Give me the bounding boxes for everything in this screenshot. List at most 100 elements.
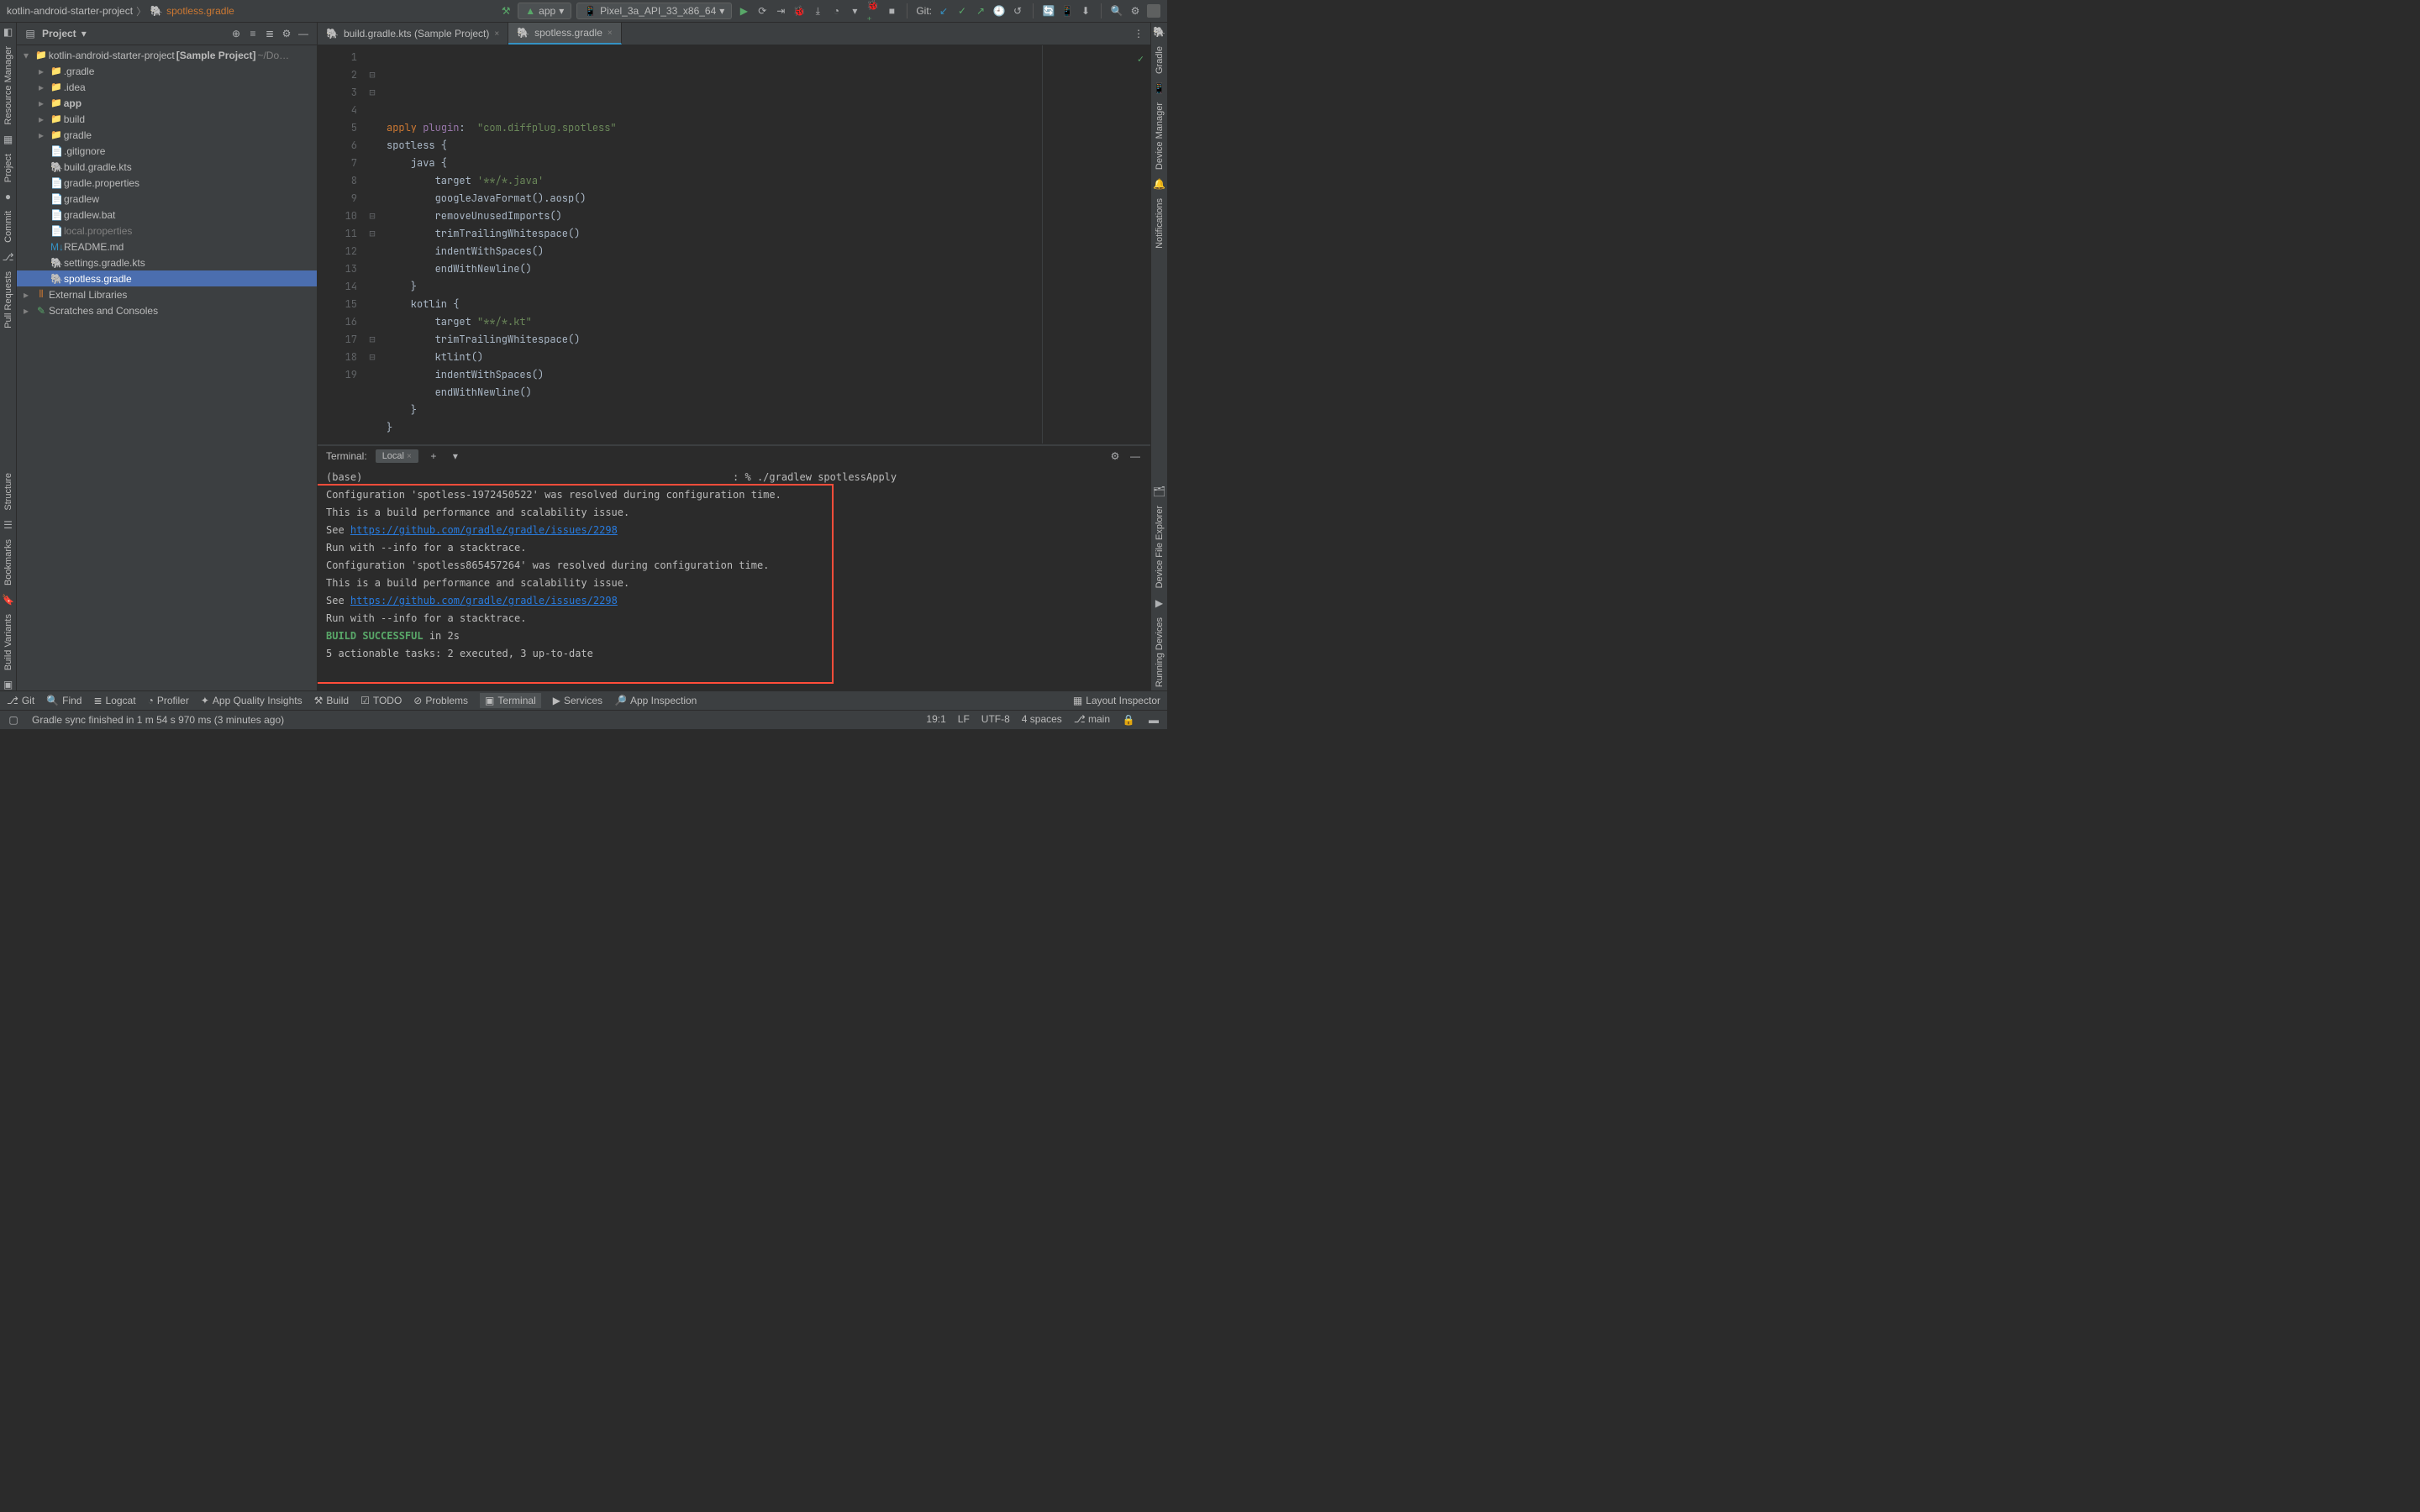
bottom-tab-logcat[interactable]: ≣Logcat xyxy=(93,693,135,708)
bottom-tab-build[interactable]: ⚒Build xyxy=(314,693,349,708)
side-label-running[interactable]: Running Devices xyxy=(1155,614,1165,690)
avatar[interactable] xyxy=(1147,4,1160,18)
breadcrumb-file[interactable]: spotless.gradle xyxy=(166,5,234,17)
side-label-gradle[interactable]: Gradle xyxy=(1155,43,1165,77)
git-commit-icon[interactable]: ✓ xyxy=(955,4,969,18)
bottom-tab-app-quality-insights[interactable]: ✦App Quality Insights xyxy=(201,693,302,708)
gear-icon[interactable]: ⚙ xyxy=(1128,4,1142,18)
terminal-body[interactable]: (base) : % ./gradlew spotlessApplyConfig… xyxy=(318,465,1150,690)
debug-step-icon[interactable]: ⇥ xyxy=(774,4,787,18)
git-update-icon[interactable]: ↙ xyxy=(937,4,950,18)
running-devices-icon[interactable]: ▶ xyxy=(1154,597,1165,609)
code-area[interactable]: ✓ apply plugin: "com.diffplug.spotless"s… xyxy=(378,45,1150,444)
tree-row[interactable]: ▸📁 app xyxy=(17,95,317,111)
bottom-tab-problems[interactable]: ⊘Problems xyxy=(413,693,468,708)
tree-row[interactable]: ▸📁 build xyxy=(17,111,317,127)
add-terminal-icon[interactable]: + xyxy=(427,449,440,463)
sync-icon[interactable]: 🔄 xyxy=(1042,4,1055,18)
bottom-tab-app-inspection[interactable]: 🔎App Inspection xyxy=(614,693,697,708)
tree-row[interactable]: ▸⫴ External Libraries xyxy=(17,286,317,302)
editor[interactable]: 12345678910111213141516171819 ⊟⊟ ⊟⊟ ⊟⊟ ✓… xyxy=(318,45,1150,444)
bottom-tab-services[interactable]: ▶Services xyxy=(553,693,602,708)
gradle-elephant-icon[interactable]: 🐘 xyxy=(1154,26,1165,38)
side-label-project[interactable]: Project xyxy=(3,150,13,186)
avd-icon[interactable]: 📱 xyxy=(1060,4,1074,18)
git-branch[interactable]: ⎇ main xyxy=(1074,713,1110,727)
project-title[interactable]: Project xyxy=(42,28,76,39)
hammer-icon[interactable]: ⚒ xyxy=(499,4,513,18)
tree-row[interactable]: ▸✎ Scratches and Consoles xyxy=(17,302,317,318)
device-manager-icon[interactable]: 📱 xyxy=(1154,82,1165,94)
tree-row[interactable]: 🐘 build.gradle.kts xyxy=(17,159,317,175)
memory-indicator-icon[interactable]: ▬ xyxy=(1147,713,1160,727)
terminal-tab[interactable]: Local × xyxy=(376,449,418,463)
fold-gutter[interactable]: ⊟⊟ ⊟⊟ ⊟⊟ xyxy=(366,45,378,444)
gear-icon[interactable]: ⚙ xyxy=(1108,449,1122,463)
build-variants-icon[interactable]: ▣ xyxy=(3,679,14,690)
pull-requests-icon[interactable]: ⎇ xyxy=(3,251,14,263)
coverage-icon[interactable]: ⟳ xyxy=(755,4,769,18)
bottom-tab-find[interactable]: 🔍Find xyxy=(46,693,82,708)
layout-inspector-tab[interactable]: ▦ Layout Inspector xyxy=(1073,695,1160,706)
side-label-device-mgr[interactable]: Device Manager xyxy=(1155,99,1165,173)
search-icon[interactable]: 🔍 xyxy=(1110,4,1123,18)
expand-icon[interactable]: ≡ xyxy=(246,27,260,40)
gear-icon[interactable]: ⚙ xyxy=(280,27,293,40)
tree-row[interactable]: M↓ README.md xyxy=(17,239,317,255)
select-opened-icon[interactable]: ⊕ xyxy=(229,27,243,40)
bell-icon[interactable]: 🔔 xyxy=(1154,178,1165,190)
git-history-icon[interactable]: 🕘 xyxy=(992,4,1006,18)
side-label-dfe[interactable]: Device File Explorer xyxy=(1155,502,1165,591)
chevron-down-icon[interactable]: ▾ xyxy=(449,449,462,463)
tree-row[interactable]: 📄 .gitignore xyxy=(17,143,317,159)
line-sep[interactable]: LF xyxy=(958,713,970,727)
side-label-pull[interactable]: Pull Requests xyxy=(3,268,13,332)
side-label-structure[interactable]: Structure xyxy=(3,470,13,514)
bottom-tab-profiler[interactable]: ◔Profiler xyxy=(148,693,189,708)
editor-tab[interactable]: 🐘spotless.gradle× xyxy=(508,23,622,45)
caret-position[interactable]: 19:1 xyxy=(926,713,945,727)
device-file-explorer-icon[interactable]: 🗂 xyxy=(1154,486,1165,497)
close-icon[interactable]: × xyxy=(494,29,499,39)
tree-row[interactable]: 📄 gradlew.bat xyxy=(17,207,317,223)
editor-tab[interactable]: 🐘build.gradle.kts (Sample Project)× xyxy=(318,23,508,45)
profiler-icon[interactable]: ◔ xyxy=(829,4,843,18)
tree-row[interactable]: 📄 local.properties xyxy=(17,223,317,239)
git-push-icon[interactable]: ↗ xyxy=(974,4,987,18)
android-monitor-icon[interactable]: 🐞₊ xyxy=(866,4,880,18)
inspection-ok-icon[interactable]: ✓ xyxy=(1138,50,1144,68)
bottom-tab-git[interactable]: ⎇Git xyxy=(7,693,34,708)
hide-icon[interactable]: — xyxy=(297,27,310,40)
close-icon[interactable]: × xyxy=(407,452,412,461)
side-label-bookmarks[interactable]: Bookmarks xyxy=(3,536,13,589)
side-label-resource[interactable]: Resource Manager xyxy=(3,43,13,129)
breadcrumb[interactable]: kotlin-android-starter-project 〉 🐘 spotl… xyxy=(7,4,494,18)
tree-row[interactable]: 🐘 spotless.gradle xyxy=(17,270,317,286)
tab-options-icon[interactable]: ⋮ xyxy=(1127,23,1150,45)
git-rollback-icon[interactable]: ↺ xyxy=(1011,4,1024,18)
tree-row[interactable]: ▸📁 .gradle xyxy=(17,63,317,79)
project-tree[interactable]: ▾📁 kotlin-android-starter-project [Sampl… xyxy=(17,45,317,690)
tree-row[interactable]: ▾📁 kotlin-android-starter-project [Sampl… xyxy=(17,47,317,63)
tree-row[interactable]: 📄 gradlew xyxy=(17,191,317,207)
project-icon[interactable]: ▦ xyxy=(3,134,14,145)
debug-icon[interactable]: 🐞 xyxy=(792,4,806,18)
chevron-down-icon[interactable]: ▾ xyxy=(82,28,87,39)
bottom-tab-terminal[interactable]: ▣Terminal xyxy=(480,693,541,708)
tree-row[interactable]: 📄 gradle.properties xyxy=(17,175,317,191)
structure-icon[interactable]: ☰ xyxy=(3,519,14,531)
sdk-icon[interactable]: ⬇ xyxy=(1079,4,1092,18)
run-config-selector[interactable]: ▲ app ▾ xyxy=(518,3,571,19)
lock-icon[interactable]: 🔒 xyxy=(1122,713,1135,727)
stop-icon[interactable]: ■ xyxy=(885,4,898,18)
resource-manager-icon[interactable]: ◧ xyxy=(3,26,14,38)
side-label-variants[interactable]: Build Variants xyxy=(3,611,13,674)
commit-icon[interactable]: ● xyxy=(3,191,14,202)
tree-row[interactable]: ▸📁 .idea xyxy=(17,79,317,95)
chevron-down-icon[interactable]: ▾ xyxy=(848,4,861,18)
tree-row[interactable]: 🐘 settings.gradle.kts xyxy=(17,255,317,270)
side-label-commit[interactable]: Commit xyxy=(3,207,13,246)
bookmark-icon[interactable]: 🔖 xyxy=(3,594,14,606)
close-icon[interactable]: × xyxy=(608,29,613,38)
side-label-notifications[interactable]: Notifications xyxy=(1155,195,1165,252)
